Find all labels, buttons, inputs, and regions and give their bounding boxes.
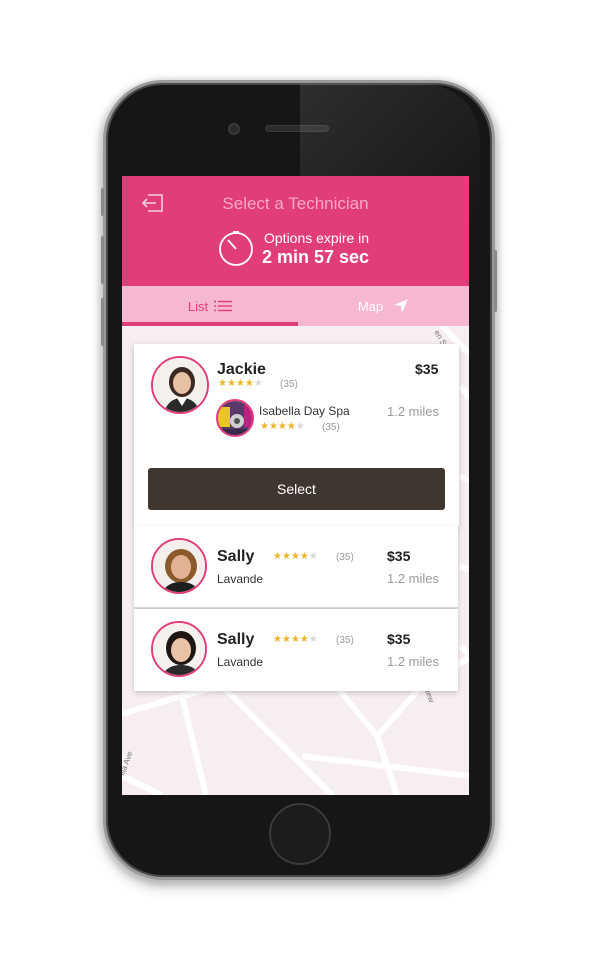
rating-stars: ★★★★★ — [273, 634, 318, 645]
price: $35 — [387, 548, 411, 564]
technician-name: Sally — [217, 631, 255, 648]
earpiece-speaker — [265, 125, 329, 132]
salon-name: Lavande — [217, 655, 264, 669]
salon-rating-stars: ★★★★★ — [260, 421, 305, 432]
salon-name: Isabella Day Spa — [259, 404, 350, 418]
salon-thumbnail — [216, 399, 254, 437]
tab-map[interactable]: Map — [298, 286, 469, 326]
expire-label: Options expire in — [264, 230, 370, 246]
rating-stars: ★★★★★ — [218, 378, 263, 389]
rating-count: (35) — [280, 379, 298, 390]
avatar — [151, 621, 207, 677]
rating-count: (35) — [336, 635, 354, 646]
home-button[interactable] — [269, 803, 331, 865]
expire-countdown: 2 min 57 sec — [262, 247, 370, 267]
salon-rating-count: (35) — [322, 422, 340, 433]
view-tabs: List Map — [122, 286, 469, 326]
avatar — [151, 356, 209, 414]
navigation-arrow-icon — [394, 299, 409, 313]
power-button — [494, 250, 497, 312]
app-screen: en S New illa Ave Select a Technician Op… — [122, 176, 469, 795]
volume-up-button — [101, 236, 104, 284]
selected-technician-card: Jackie ★★★★★ (35) $35 Isabella Day Spa ★… — [134, 344, 459, 526]
technician-name: Jackie — [217, 361, 266, 378]
active-tab-indicator — [122, 322, 298, 326]
price: $35 — [387, 631, 411, 647]
rating-stars: ★★★★★ — [273, 551, 318, 562]
technician-name: Sally — [217, 548, 255, 565]
mute-switch — [101, 188, 104, 216]
page-title: Select a Technician — [222, 194, 369, 213]
front-camera — [228, 123, 240, 135]
price: $35 — [415, 361, 439, 377]
distance: 1.2 miles — [387, 404, 440, 419]
volume-down-button — [101, 298, 104, 346]
distance: 1.2 miles — [387, 654, 440, 669]
avatar — [151, 538, 207, 594]
tab-list[interactable]: List — [122, 286, 298, 326]
list-item[interactable]: Sally ★★★★★ (35) $35 Lavande 1.2 miles — [134, 526, 458, 608]
list-item[interactable]: Sally ★★★★★ (35) $35 Lavande 1.2 miles — [134, 609, 458, 691]
salon-name: Lavande — [217, 572, 264, 586]
street-label: illa Ave — [122, 749, 135, 776]
divider — [134, 607, 458, 608]
stopwatch-icon — [219, 231, 253, 266]
select-button[interactable]: Select — [148, 468, 445, 510]
rating-count: (35) — [336, 552, 354, 563]
header: Select a Technician Options expire in 2 … — [122, 176, 469, 286]
list-icon — [214, 300, 233, 312]
tab-list-label: List — [187, 298, 209, 314]
distance: 1.2 miles — [387, 571, 440, 586]
tab-map-label: Map — [357, 298, 384, 314]
